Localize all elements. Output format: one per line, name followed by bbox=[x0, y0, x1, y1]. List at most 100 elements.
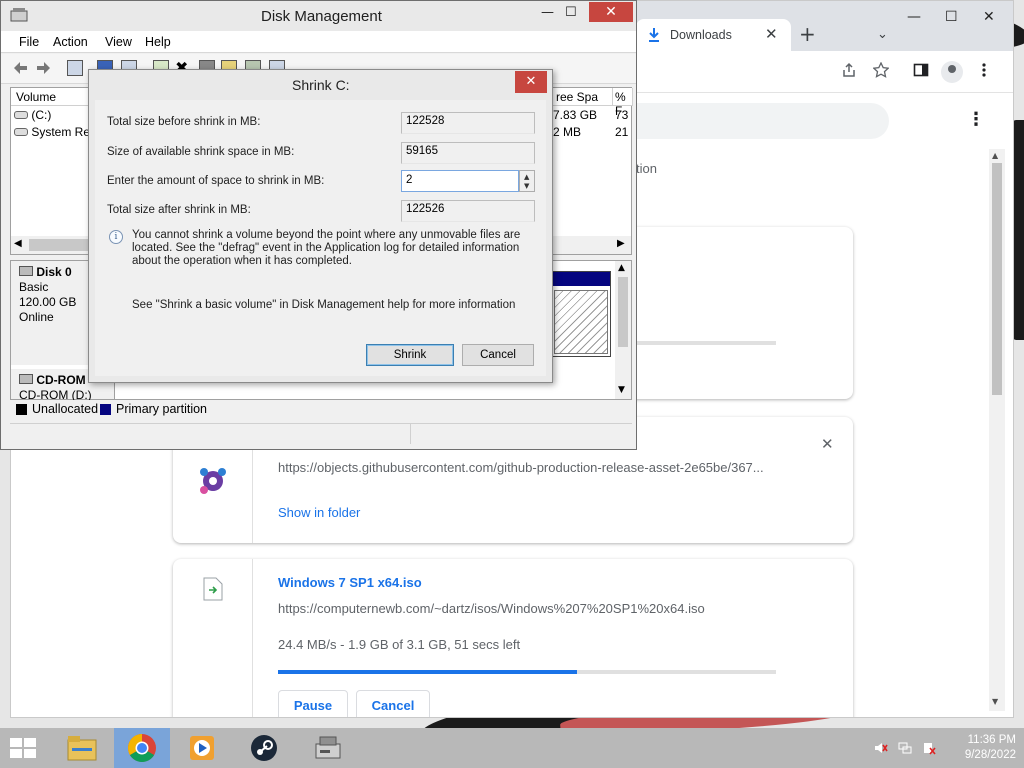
volume-percent-free: 21 bbox=[615, 125, 629, 139]
system-clock[interactable]: 11:36 PM 9/28/2022 bbox=[946, 733, 1016, 763]
download-url[interactable]: https://objects.githubusercontent.com/gi… bbox=[278, 460, 764, 475]
dm-menubar: File Action View Help bbox=[1, 31, 636, 53]
column-percent-free[interactable]: % F bbox=[613, 88, 633, 118]
total-after-value: 122526 bbox=[401, 200, 535, 222]
volume-row[interactable]: System Res bbox=[14, 125, 96, 139]
download-url[interactable]: https://computernewb.com/~dartz/isos/Win… bbox=[278, 601, 705, 616]
legend-primary-partition: Primary partition bbox=[116, 402, 207, 416]
menu-view[interactable]: View bbox=[105, 35, 132, 49]
cancel-button[interactable]: Cancel bbox=[462, 344, 534, 366]
partition-c[interactable] bbox=[551, 271, 611, 357]
shrink-dialog-title: Shrink C: bbox=[292, 77, 350, 93]
disk-type: Basic bbox=[19, 280, 49, 294]
disk-size: 120.00 GB bbox=[19, 295, 77, 309]
clock-date: 9/28/2022 bbox=[964, 749, 1016, 761]
share-icon[interactable] bbox=[841, 62, 857, 78]
taskbar-file-explorer[interactable] bbox=[54, 728, 110, 768]
taskbar-steam[interactable] bbox=[236, 728, 292, 768]
taskbar-media-player[interactable] bbox=[174, 728, 230, 768]
menu-file[interactable]: File bbox=[19, 35, 39, 49]
cdrom-icon bbox=[19, 374, 33, 384]
disk-icon bbox=[19, 266, 33, 276]
remove-download-icon[interactable]: ✕ bbox=[821, 435, 834, 453]
column-free-space[interactable]: ree Spa bbox=[551, 88, 613, 106]
shrink-help-text: See "Shrink a basic volume" in Disk Mana… bbox=[132, 299, 516, 311]
downloads-menu-icon[interactable]: ⋮ bbox=[967, 109, 985, 130]
start-button[interactable] bbox=[10, 738, 38, 760]
maximize-button[interactable]: ☐ bbox=[945, 9, 958, 25]
disk-management-icon bbox=[315, 736, 341, 759]
disk-management-app-icon bbox=[10, 8, 28, 22]
spin-up-icon[interactable]: ▲ bbox=[524, 173, 529, 181]
forward-arrow-icon[interactable] bbox=[35, 60, 51, 76]
tab-title: Downloads bbox=[670, 28, 732, 42]
menu-help[interactable]: Help bbox=[145, 35, 171, 49]
scroll-left-icon[interactable]: ◀ bbox=[14, 238, 22, 249]
scroll-down-icon[interactable]: ▼ bbox=[618, 385, 625, 395]
column-volume[interactable]: Volume bbox=[11, 88, 89, 106]
chrome-menu-icon[interactable] bbox=[981, 62, 987, 78]
show-in-folder-link[interactable]: Show in folder bbox=[278, 505, 360, 520]
dm-titlebar[interactable]: Disk Management — ☐ ✕ bbox=[1, 1, 636, 31]
unallocated-swatch bbox=[16, 404, 27, 415]
download-card: Windows 7 SP1 x64.iso https://computerne… bbox=[173, 559, 853, 717]
minimize-button[interactable]: — bbox=[907, 9, 921, 25]
back-arrow-icon[interactable] bbox=[13, 60, 29, 76]
amount-label: Enter the amount of space to shrink in M… bbox=[107, 175, 325, 187]
bookmark-star-icon[interactable] bbox=[873, 62, 889, 78]
taskbar-chrome[interactable] bbox=[114, 728, 170, 768]
cancel-download-button[interactable]: Cancel bbox=[356, 690, 430, 717]
shrink-dialog-close-button[interactable]: ✕ bbox=[515, 71, 547, 93]
scroll-right-icon[interactable]: ▶ bbox=[617, 238, 625, 249]
legend-unallocated: Unallocated bbox=[32, 402, 99, 416]
new-tab-button[interactable]: + bbox=[799, 24, 816, 44]
scroll-down-icon[interactable]: ▼ bbox=[992, 697, 998, 706]
disk-legend: Unallocated Primary partition bbox=[10, 400, 632, 418]
disk-name: CD-ROM bbox=[36, 373, 86, 387]
volume-free-space: 2 MB bbox=[553, 125, 582, 139]
page-scrollbar[interactable]: ▲ ▼ bbox=[989, 149, 1005, 711]
side-panel-icon[interactable] bbox=[913, 62, 929, 78]
scrollbar-thumb[interactable] bbox=[992, 163, 1002, 395]
tab-search-button[interactable]: ⌄ bbox=[877, 27, 888, 42]
volume-muted-icon[interactable] bbox=[874, 741, 888, 755]
taskbar-disk-management[interactable] bbox=[300, 728, 356, 768]
shrink-amount-input[interactable]: 2 bbox=[401, 170, 519, 192]
dm-close-button[interactable]: ✕ bbox=[589, 2, 633, 22]
shrink-dialog: Shrink C: ✕ Total size before shrink in … bbox=[88, 69, 553, 383]
scroll-up-icon[interactable]: ▲ bbox=[618, 263, 625, 273]
shrink-dialog-titlebar[interactable]: Shrink C: ✕ bbox=[89, 70, 552, 100]
clock-time: 11:36 PM bbox=[967, 734, 1016, 746]
close-button[interactable]: ✕ bbox=[983, 9, 995, 25]
spin-down-icon[interactable]: ▼ bbox=[524, 182, 529, 190]
action-center-icon[interactable] bbox=[922, 741, 936, 755]
network-icon[interactable] bbox=[898, 741, 912, 755]
steam-icon bbox=[251, 735, 277, 761]
partial-text: tion bbox=[636, 161, 657, 176]
scrollbar-thumb[interactable] bbox=[618, 277, 628, 347]
download-filename[interactable]: Windows 7 SP1 x64.iso bbox=[278, 575, 422, 590]
pause-button[interactable]: Pause bbox=[278, 690, 348, 717]
primary-partition-swatch bbox=[100, 404, 111, 415]
console-tree-icon[interactable] bbox=[67, 60, 83, 76]
graph-vscrollbar[interactable]: ▲ ▼ bbox=[615, 261, 631, 399]
info-icon: i bbox=[109, 230, 123, 244]
chrome-icon bbox=[128, 734, 156, 762]
profile-avatar[interactable] bbox=[941, 61, 963, 83]
tab-close-icon[interactable]: ✕ bbox=[765, 25, 778, 43]
total-before-value: 122528 bbox=[401, 112, 535, 134]
volume-row[interactable]: (C:) bbox=[14, 108, 51, 122]
download-progress-bar bbox=[278, 670, 776, 674]
downloads-search-bar[interactable] bbox=[636, 103, 889, 139]
scroll-up-icon[interactable]: ▲ bbox=[992, 151, 998, 160]
available-space-value: 59165 bbox=[401, 142, 535, 164]
volume-name: (C:) bbox=[31, 108, 52, 122]
dm-maximize-button[interactable]: ☐ bbox=[565, 5, 577, 20]
tab-downloads[interactable]: Downloads ✕ bbox=[636, 19, 791, 51]
available-space-label: Size of available shrink space in MB: bbox=[107, 146, 295, 158]
shrink-button[interactable]: Shrink bbox=[366, 344, 454, 366]
menu-action[interactable]: Action bbox=[53, 35, 88, 49]
shrink-amount-spinner[interactable]: ▲ ▼ bbox=[519, 170, 535, 192]
dm-minimize-button[interactable]: — bbox=[541, 5, 554, 20]
file-type-icon bbox=[200, 468, 226, 494]
